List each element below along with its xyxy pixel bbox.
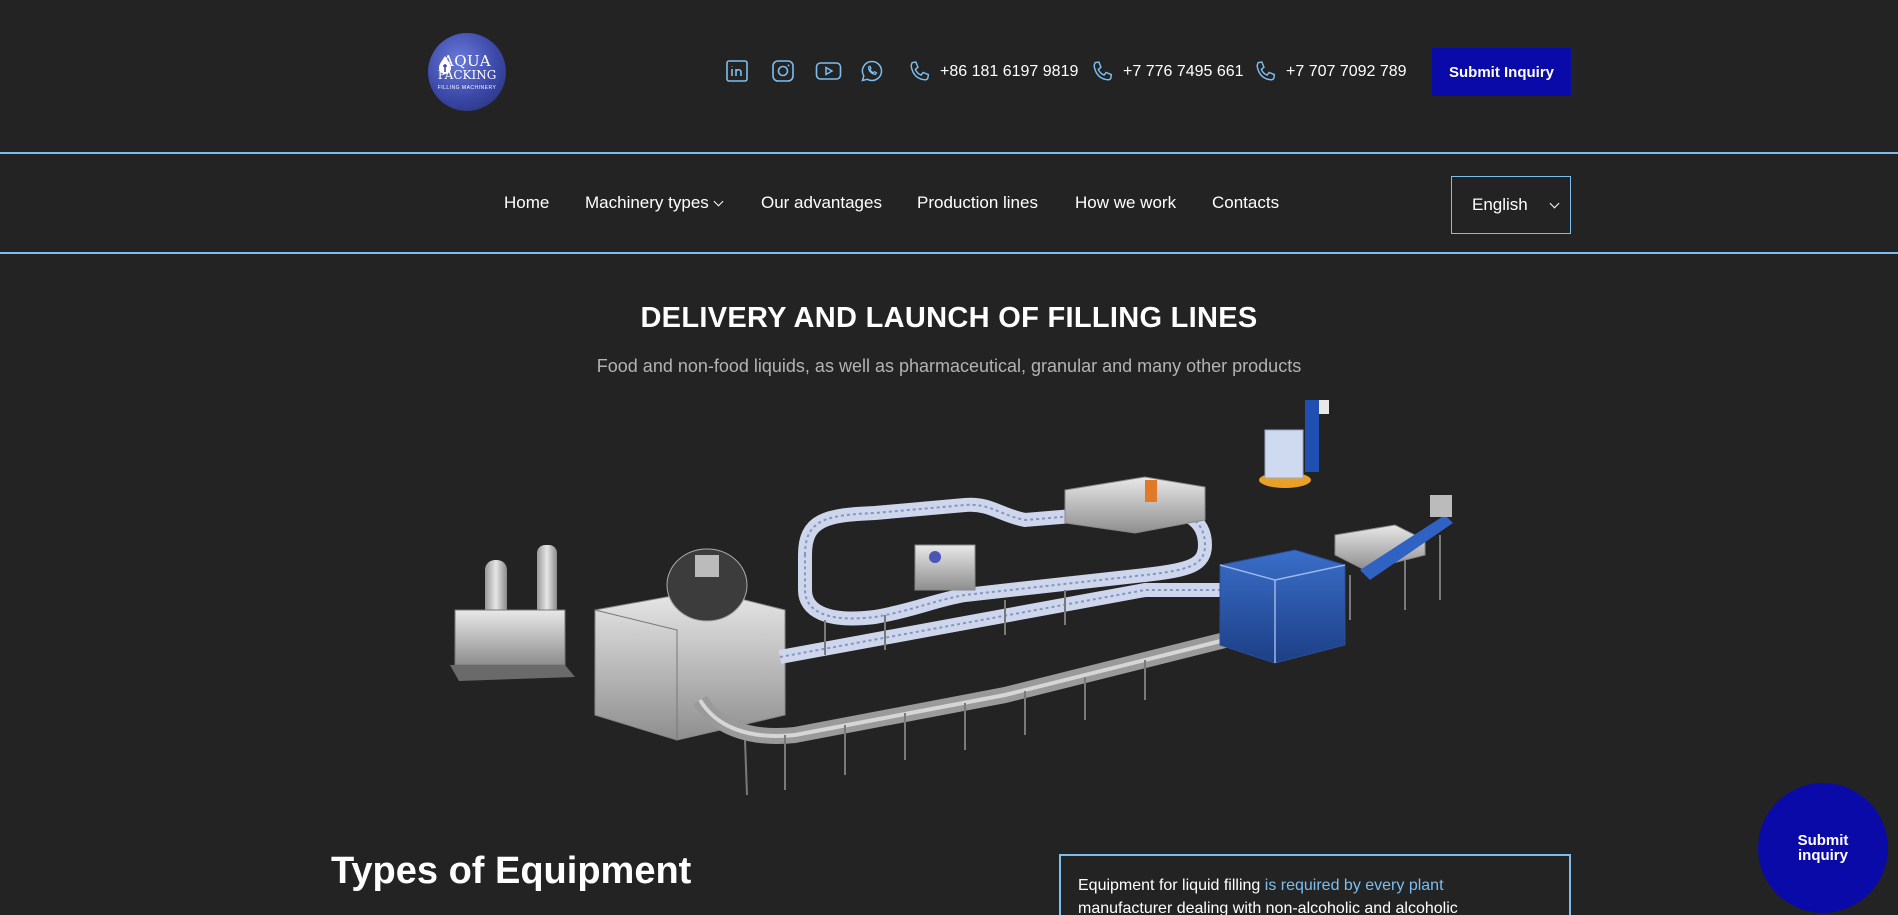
linkedin-icon[interactable]: [725, 59, 749, 83]
nav-item-our-advantages[interactable]: Our advantages: [761, 193, 882, 213]
language-value: English: [1472, 195, 1528, 214]
phone-icon: [910, 60, 930, 81]
aqua-packing-logo[interactable]: AQUA PACKING FILLING MACHINERY: [428, 33, 506, 111]
info-text: Equipment for liquid filling: [1078, 877, 1265, 894]
phone-number: +86 181 6197 9819: [940, 63, 1079, 80]
water-drop-icon: [439, 56, 451, 74]
nav-item-label: Machinery types: [585, 193, 709, 212]
phone-number: +7 776 7495 661: [1123, 63, 1244, 80]
main-navigation: Home Machinery types Our advantages Prod…: [0, 152, 1898, 254]
hero-title: DELIVERY AND LAUNCH OF FILLING LINES: [640, 302, 1258, 334]
nav-item-production-lines[interactable]: Production lines: [917, 193, 1038, 213]
whatsapp-icon[interactable]: [860, 59, 884, 83]
youtube-icon[interactable]: [815, 59, 842, 83]
instagram-icon[interactable]: [771, 59, 795, 83]
chevron-down-icon: [1549, 198, 1560, 209]
phone-number: +7 707 7092 789: [1286, 63, 1407, 80]
hero-subtitle: Food and non-food liquids, as well as ph…: [596, 356, 1302, 376]
equipment-info-box: Equipment for liquid filling is required…: [1059, 854, 1571, 915]
section-title: Types of Equipment: [331, 850, 692, 892]
top-bar: AQUA PACKING FILLING MACHINERY +86 181 6…: [0, 0, 1898, 152]
phone-icon: [1093, 60, 1113, 81]
logo-text-machinery: FILLING MACHINERY: [437, 84, 497, 91]
phone-icon: [1256, 60, 1276, 81]
chevron-down-icon: [713, 196, 724, 207]
phone-link-1[interactable]: +86 181 6197 9819: [907, 59, 1078, 85]
submit-inquiry-floating-button[interactable]: Submit inquiry: [1758, 783, 1888, 913]
submit-inquiry-button[interactable]: Submit Inquiry: [1432, 48, 1571, 96]
phone-link-2[interactable]: +7 776 7495 661: [1090, 59, 1244, 85]
phone-link-3[interactable]: +7 707 7092 789: [1253, 59, 1407, 85]
fab-label: Submit inquiry: [1797, 832, 1849, 864]
nav-item-contacts[interactable]: Contacts: [1212, 193, 1279, 213]
nav-item-how-we-work[interactable]: How we work: [1075, 193, 1176, 213]
info-text-line2: manufacturer dealing with non-alcoholic …: [1078, 900, 1458, 915]
nav-item-machinery-types[interactable]: Machinery types: [585, 193, 724, 213]
filling-line-illustration: [450, 400, 1453, 796]
language-select[interactable]: English: [1451, 176, 1571, 234]
info-highlight: is required by every plant: [1264, 877, 1444, 894]
nav-item-home[interactable]: Home: [504, 193, 549, 213]
